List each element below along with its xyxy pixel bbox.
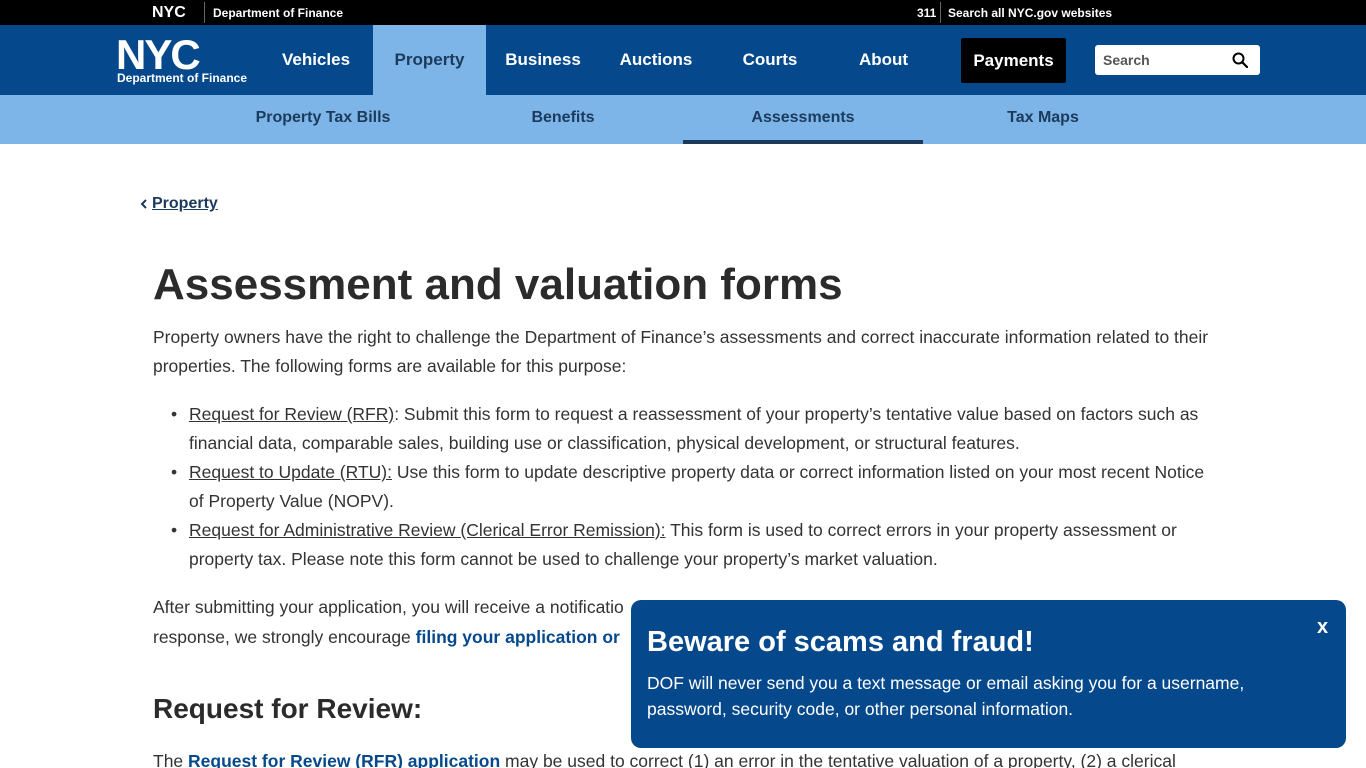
subnav-benefits[interactable]: Benefits	[443, 95, 683, 144]
rfr-link[interactable]: Request for Review (RFR)	[189, 404, 394, 424]
nav-property[interactable]: Property	[373, 25, 486, 95]
page-title: Assessment and valuation forms	[153, 260, 843, 309]
nyc-logo-small-icon[interactable]: NYC	[152, 3, 194, 20]
svg-text:NYC: NYC	[152, 4, 186, 20]
divider	[204, 2, 205, 23]
back-to-property-link[interactable]: Property	[152, 195, 218, 212]
after-text-line-1: After submitting your application, you w…	[153, 597, 624, 617]
breadcrumb-back: Property	[140, 195, 218, 213]
list-item: Request to Update (RTU): Use this form t…	[171, 458, 1209, 516]
filing-application-link[interactable]: filing your application or	[416, 627, 620, 647]
svg-text:NYC: NYC	[116, 35, 200, 73]
logo-subtitle: Department of Finance	[117, 71, 248, 85]
top-utility-bar: NYC Department of Finance 311 Search all…	[0, 0, 1366, 25]
forms-list: Request for Review (RFR): Submit this fo…	[171, 400, 1209, 574]
rtu-link[interactable]: Request to Update (RTU):	[189, 462, 392, 482]
section-heading: Request for Review:	[153, 693, 423, 724]
intro-paragraph: Property owners have the right to challe…	[153, 327, 1209, 376]
main-nav: NYC Department of Finance Vehicles Prope…	[0, 25, 1366, 95]
nav-courts[interactable]: Courts	[727, 25, 813, 95]
nyc-logo-icon: NYC	[116, 31, 202, 78]
close-alert-button[interactable]: x	[1317, 616, 1328, 639]
scam-alert: Beware of scams and fraud! DOF will neve…	[631, 600, 1346, 748]
sub-nav: Property Tax Bills Benefits Assessments …	[0, 95, 1366, 144]
subnav-assessments[interactable]: Assessments	[683, 95, 923, 144]
search-box	[1095, 45, 1260, 75]
rfr-paragraph: The Request for Review (RFR) application…	[153, 748, 1223, 768]
search-input[interactable]	[1095, 45, 1225, 75]
nav-about[interactable]: About	[845, 25, 922, 95]
chevron-left-icon	[140, 199, 147, 209]
divider	[940, 2, 941, 23]
payments-button[interactable]: Payments	[961, 38, 1066, 83]
after-text-line-2: response, we strongly encourage	[153, 627, 416, 647]
search-icon[interactable]	[1232, 52, 1248, 68]
admin-review-link[interactable]: Request for Administrative Review (Cleri…	[189, 520, 666, 540]
subnav-tax-maps[interactable]: Tax Maps	[923, 95, 1163, 144]
nav-vehicles[interactable]: Vehicles	[270, 25, 362, 95]
link-311[interactable]: 311	[917, 6, 936, 20]
list-item: Request for Administrative Review (Cleri…	[171, 516, 1209, 574]
nav-business[interactable]: Business	[496, 25, 590, 95]
alert-title: Beware of scams and fraud!	[647, 626, 1034, 658]
rfr-prefix: The	[153, 751, 189, 768]
list-item: Request for Review (RFR): Submit this fo…	[171, 400, 1209, 458]
nav-auctions[interactable]: Auctions	[610, 25, 702, 95]
search-all-nyc-link[interactable]: Search all NYC.gov websites	[948, 6, 1112, 20]
department-label[interactable]: Department of Finance	[213, 6, 343, 20]
rfr-text: may be used to correct (1) an error in t…	[500, 751, 1176, 768]
rfr-application-link[interactable]: Request for Review (RFR) application	[188, 751, 500, 768]
subnav-property-tax-bills[interactable]: Property Tax Bills	[203, 95, 443, 144]
dof-logo[interactable]: NYC Department of Finance	[116, 31, 252, 87]
alert-body: DOF will never send you a text message o…	[647, 673, 1245, 719]
